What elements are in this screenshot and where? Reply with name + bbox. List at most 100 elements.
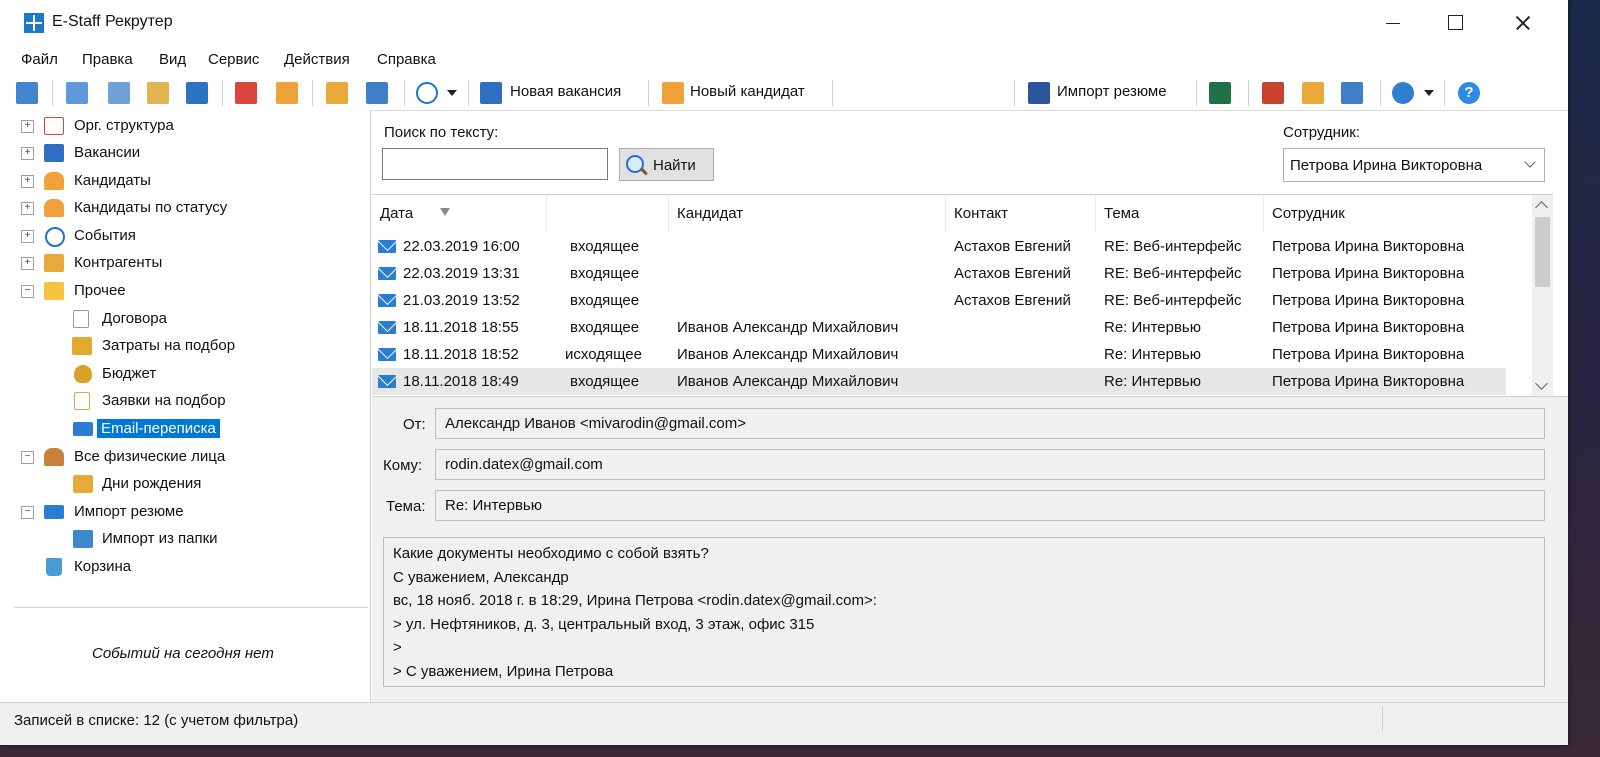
- tree-item-costs[interactable]: Затраты на подбор: [0, 333, 370, 359]
- app-window: E-Staff Рекрутер Файл Правка Вид Сервис …: [0, 0, 1568, 745]
- new-candidate-icon[interactable]: [662, 82, 684, 104]
- candidate-icon[interactable]: [276, 82, 298, 104]
- menu-edit[interactable]: Правка: [82, 51, 133, 68]
- line-chart-icon[interactable]: [1302, 82, 1324, 104]
- chevron-down-icon[interactable]: [1424, 90, 1434, 96]
- tree-item-label: События: [74, 227, 136, 244]
- contractors-icon[interactable]: [326, 82, 348, 104]
- expand-icon[interactable]: +: [21, 147, 34, 160]
- scrollbar-thumb[interactable]: [1535, 217, 1550, 287]
- tree-item-other[interactable]: − Прочее: [0, 278, 370, 304]
- expand-icon[interactable]: +: [21, 230, 34, 243]
- tree-item-budget[interactable]: Бюджет: [0, 361, 370, 387]
- undo-icon[interactable]: [186, 82, 208, 104]
- tree-item-email[interactable]: Email-переписка: [0, 416, 370, 442]
- new-candidate-button[interactable]: Новый кандидат: [690, 83, 805, 100]
- email-icon: [73, 422, 93, 436]
- excel-icon[interactable]: [1209, 82, 1231, 104]
- employee-select[interactable]: Петрова Ирина Викторовна: [1283, 148, 1545, 182]
- table-row[interactable]: 21.03.2019 13:52 входящее Астахов Евгени…: [372, 287, 1506, 314]
- cell-subject: RE: Веб-интерфейс: [1104, 238, 1242, 255]
- from-field[interactable]: Александр Иванов <mivarodin@gmail.com>: [435, 408, 1545, 439]
- tree-item-candidates[interactable]: + Кандидаты: [0, 168, 370, 194]
- contractors-icon: [44, 254, 64, 272]
- minimize-button[interactable]: [1378, 10, 1408, 36]
- tree-item-trash[interactable]: Корзина: [0, 554, 370, 580]
- tree-item-events[interactable]: + События: [0, 223, 370, 249]
- chevron-down-icon[interactable]: [447, 90, 457, 96]
- status-separator: [1382, 707, 1383, 731]
- column-header-candidate[interactable]: Кандидат: [677, 205, 743, 222]
- org-structure-icon[interactable]: [235, 82, 257, 104]
- collapse-icon[interactable]: −: [21, 285, 34, 298]
- menu-actions[interactable]: Действия: [284, 51, 350, 68]
- cell-employee: Петрова Ирина Викторовна: [1272, 238, 1465, 255]
- search-input[interactable]: [382, 148, 608, 180]
- find-button[interactable]: Найти: [619, 148, 714, 181]
- close-button[interactable]: [1508, 10, 1538, 36]
- help-icon[interactable]: ?: [1458, 82, 1480, 104]
- app-logo-icon: [24, 13, 44, 33]
- table-row[interactable]: 18.11.2018 18:55 входящее Иванов Алексан…: [372, 314, 1506, 341]
- tree-item-vacancies[interactable]: + Вакансии: [0, 140, 370, 166]
- web-globe-icon[interactable]: [1392, 82, 1414, 104]
- table-row[interactable]: 22.03.2019 16:00 входящее Астахов Евгени…: [372, 233, 1506, 260]
- expand-icon[interactable]: +: [21, 120, 34, 133]
- expand-icon[interactable]: +: [21, 175, 34, 188]
- cell-subject: Re: Интервью: [1104, 319, 1201, 336]
- menu-help[interactable]: Справка: [377, 51, 436, 68]
- grid-scrollbar[interactable]: [1532, 195, 1553, 397]
- maximize-button[interactable]: [1440, 10, 1470, 36]
- to-label: Кому:: [383, 457, 423, 474]
- bar-chart-icon[interactable]: [1262, 82, 1284, 104]
- new-vacancy-icon[interactable]: [480, 82, 502, 104]
- column-separator: [1263, 195, 1264, 233]
- scroll-down-icon[interactable]: [1535, 377, 1548, 390]
- word-import-icon[interactable]: [1028, 82, 1050, 104]
- menu-view[interactable]: Вид: [159, 51, 186, 68]
- cell-subject: Re: Интервью: [1104, 373, 1201, 390]
- body-line: > ул. Нефтяников, д. 3, центральный вход…: [393, 615, 815, 633]
- table-row-selected[interactable]: 18.11.2018 18:49 входящее Иванов Алексан…: [372, 368, 1506, 395]
- tree-item-import-resume[interactable]: − Импорт резюме: [0, 499, 370, 525]
- tree-item-label: Импорт резюме: [74, 503, 184, 520]
- cut-icon[interactable]: [66, 82, 88, 104]
- tree-item-all-persons[interactable]: − Все физические лица: [0, 444, 370, 470]
- column-header-contact[interactable]: Контакт: [954, 205, 1008, 222]
- tree-item-import-folder[interactable]: Импорт из папки: [0, 526, 370, 552]
- table-row[interactable]: 22.03.2019 13:31 входящее Астахов Евгени…: [372, 260, 1506, 287]
- paste-icon[interactable]: [147, 82, 169, 104]
- tree-item-candidates-status[interactable]: + Кандидаты по статусу: [0, 195, 370, 221]
- folder-icon: [44, 282, 64, 300]
- to-field[interactable]: rodin.datex@gmail.com: [435, 449, 1545, 480]
- clock-icon[interactable]: [416, 82, 438, 104]
- copy-icon[interactable]: [108, 82, 130, 104]
- cell-subject: Re: Интервью: [1104, 346, 1201, 363]
- tree-item-contractors[interactable]: + Контрагенты: [0, 250, 370, 276]
- tree-item-birthdays[interactable]: Дни рождения: [0, 471, 370, 497]
- scroll-up-icon[interactable]: [1535, 201, 1548, 214]
- table-row[interactable]: 18.11.2018 18:52 исходящее Иванов Алекса…: [372, 341, 1506, 368]
- column-header-subject[interactable]: Тема: [1104, 205, 1139, 222]
- import-resume-button[interactable]: Импорт резюме: [1057, 83, 1167, 100]
- menu-service[interactable]: Сервис: [208, 51, 259, 68]
- column-header-employee[interactable]: Сотрудник: [1272, 205, 1345, 222]
- mail-icon: [378, 240, 396, 253]
- expand-icon[interactable]: +: [21, 202, 34, 215]
- collapse-icon[interactable]: −: [21, 506, 34, 519]
- subject-field[interactable]: Re: Интервью: [435, 490, 1545, 521]
- tree-item-org-structure[interactable]: + Орг. структура: [0, 113, 370, 139]
- menu-file[interactable]: Файл: [21, 51, 58, 68]
- print-icon[interactable]: [16, 82, 38, 104]
- persons-card-icon[interactable]: [366, 82, 388, 104]
- tree-item-contracts[interactable]: Договора: [0, 306, 370, 332]
- email-body[interactable]: Какие документы необходимо с собой взять…: [383, 537, 1545, 687]
- column-header-date[interactable]: Дата: [380, 205, 413, 222]
- new-vacancy-button[interactable]: Новая вакансия: [510, 83, 621, 100]
- expand-icon[interactable]: +: [21, 257, 34, 270]
- tree-item-requests[interactable]: Заявки на подбор: [0, 388, 370, 414]
- find-button-label: Найти: [653, 157, 696, 174]
- report-settings-icon[interactable]: [1341, 82, 1363, 104]
- toolbar-separator: [52, 80, 53, 106]
- collapse-icon[interactable]: −: [21, 451, 34, 464]
